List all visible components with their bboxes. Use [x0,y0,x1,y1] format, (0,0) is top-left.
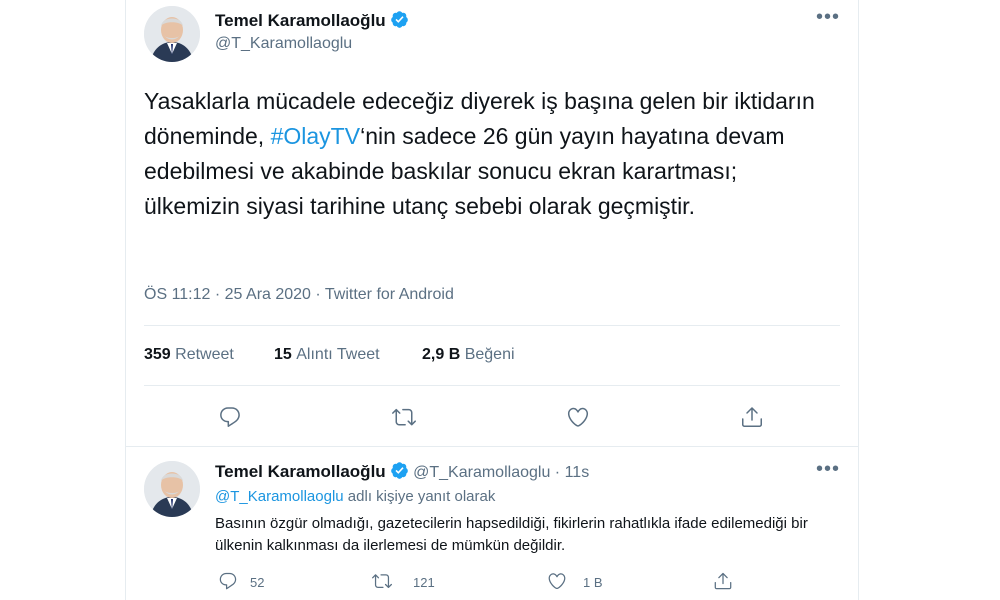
retweet-count: 121 [413,575,435,590]
more-icon[interactable]: ••• [816,6,840,29]
like-icon[interactable] [566,405,590,429]
reply-icon[interactable] [218,405,242,429]
like-count: 2,9 B [422,346,461,363]
share-icon[interactable] [713,571,733,591]
hashtag-link[interactable]: #OlayTV [271,123,360,149]
retweet-icon[interactable] [392,405,416,429]
reply-count: 52 [250,575,265,590]
quote-label: Alıntı Tweet [296,346,380,363]
retweet-icon[interactable] [372,571,392,591]
more-icon[interactable]: ••• [816,458,840,481]
like-count: 1 B [583,575,603,590]
reply-author-name[interactable]: Temel Karamollaoğlu [215,462,386,481]
reply-header: Temel Karamollaoğlu @T_Karamollaoglu · 1… [215,461,589,482]
reply-to-suffix: adlı kişiye yanıt olarak [347,488,496,505]
tweet-source[interactable]: Twitter for Android [325,286,454,303]
reply-author-handle[interactable]: @T_Karamollaoglu [413,464,550,481]
author-handle-main[interactable]: @T_Karamollaoglu [215,35,352,53]
tweet-meta: ÖS 11:12 · 25 Ara 2020 · Twitter for And… [144,286,454,304]
verified-badge-icon [390,461,409,480]
like-stat[interactable]: 2,9 B Beğeni [422,346,515,364]
tweet-date[interactable]: 25 Ara 2020 [225,286,311,303]
meta-separator: · [214,286,221,303]
meta-separator: · [315,286,321,303]
avatar-main[interactable] [144,6,200,62]
quote-count: 15 [274,346,292,363]
reply-to-handle-link[interactable]: @T_Karamollaoglu [215,488,344,505]
avatar-reply[interactable] [144,461,200,517]
like-icon[interactable] [547,571,567,591]
divider [144,325,840,326]
tweet-time[interactable]: ÖS 11:12 [144,286,210,303]
divider [144,385,840,386]
reply-icon[interactable] [218,571,238,591]
like-label: Beğeni [464,346,515,363]
retweet-count: 359 [144,346,171,363]
verified-badge-icon [390,10,409,29]
author-name-text: Temel Karamollaoğlu [215,11,386,30]
tweet-separator [126,446,858,447]
tweet-text: Yasaklarla mücadele edeceğiz diyerek iş … [144,84,834,224]
quote-stat[interactable]: 15 Alıntı Tweet [274,346,380,364]
share-icon[interactable] [740,405,764,429]
retweet-stat[interactable]: 359 Retweet [144,346,234,364]
reply-time[interactable]: 11s [565,464,590,481]
tweet-panel: Temel Karamollaoğlu @T_Karamollaoglu •••… [125,0,859,600]
author-name-main[interactable]: Temel Karamollaoğlu [215,10,409,31]
reply-separator: · [554,464,561,481]
retweet-label: Retweet [175,346,234,363]
replying-to: @T_Karamollaoglu adlı kişiye yanıt olara… [215,488,495,505]
reply-text: Basının özgür olmadığı, gazetecilerin ha… [215,515,808,554]
